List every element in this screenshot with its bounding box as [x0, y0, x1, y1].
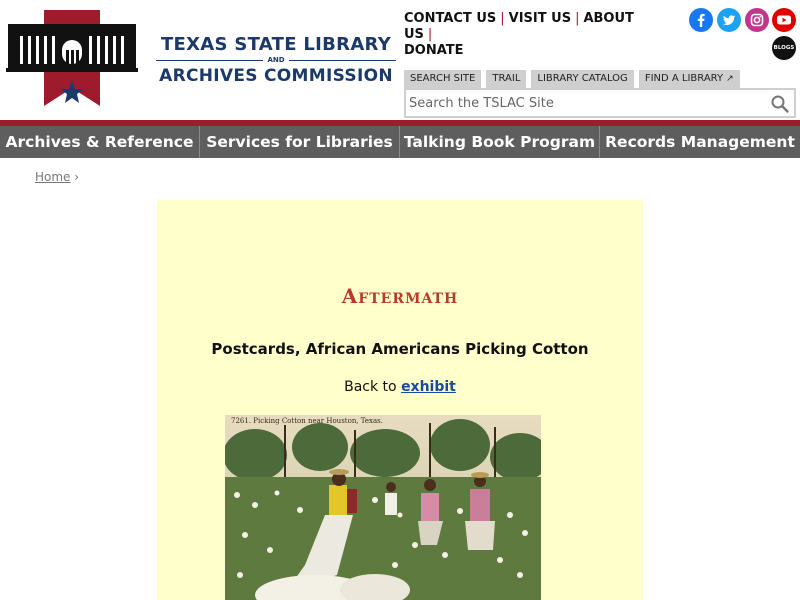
tab-search-site[interactable]: SEARCH SITE	[404, 70, 482, 88]
link-separator: |	[427, 27, 433, 42]
site-logo[interactable]: TEXAS STATE LIBRARY AND ARCHIVES COMMISS…	[6, 10, 396, 106]
nav-records-management[interactable]: Records Management	[600, 126, 800, 158]
page-title: Postcards, African Americans Picking Cot…	[211, 340, 589, 358]
search-input[interactable]	[409, 93, 769, 113]
exhibit-link[interactable]: exhibit	[401, 379, 456, 395]
twitter-icon[interactable]	[717, 8, 741, 32]
utility-links: CONTACT US | VISIT US | ABOUT US | DONATE	[404, 11, 664, 59]
logo-and: AND	[152, 56, 400, 65]
social-links: BLOGS	[689, 8, 799, 64]
contact-us-link[interactable]: CONTACT US	[404, 11, 496, 26]
search-icon[interactable]	[770, 94, 790, 114]
main-nav: Archives & Reference Services for Librar…	[0, 126, 800, 158]
cotton-field-illustration	[225, 415, 541, 600]
postcard-image: 7261. Picking Cotton near Houston, Texas…	[225, 415, 541, 600]
blogs-icon[interactable]: BLOGS	[772, 36, 796, 60]
logo-line-2: ARCHIVES COMMISSION	[159, 66, 393, 86]
exhibit-panel: Aftermath Postcards, African Americans P…	[157, 200, 643, 600]
library-building-logo-icon	[6, 10, 138, 106]
site-header: TEXAS STATE LIBRARY AND ARCHIVES COMMISS…	[0, 0, 800, 120]
logo-line-1: TEXAS STATE LIBRARY	[160, 34, 392, 55]
section-heading: Aftermath	[341, 284, 459, 308]
back-to-exhibit: Back to exhibit	[157, 379, 643, 395]
logo-and-text: AND	[267, 56, 285, 64]
donate-link[interactable]: DONATE	[404, 43, 464, 58]
facebook-icon[interactable]	[689, 8, 713, 32]
breadcrumb-home-link[interactable]: Home	[35, 170, 70, 184]
tab-find-a-library[interactable]: FIND A LIBRARY ↗	[638, 70, 740, 88]
tab-library-catalog[interactable]: LIBRARY CATALOG	[531, 70, 634, 88]
back-to-prefix: Back to	[344, 379, 397, 395]
breadcrumb-separator: ›	[74, 170, 80, 184]
link-separator: |	[575, 11, 580, 26]
external-link-icon: ↗	[726, 74, 734, 84]
breadcrumb: Home ›	[35, 170, 79, 184]
search-tabs: SEARCH SITE TRAIL LIBRARY CATALOG FIND A…	[404, 70, 745, 88]
instagram-icon[interactable]	[745, 8, 769, 32]
youtube-icon[interactable]	[772, 8, 796, 32]
postcard-caption: 7261. Picking Cotton near Houston, Texas…	[231, 417, 383, 425]
logo-wordmark: TEXAS STATE LIBRARY AND ARCHIVES COMMISS…	[152, 34, 400, 86]
nav-services-for-libraries[interactable]: Services for Libraries	[200, 126, 400, 158]
nav-archives-reference[interactable]: Archives & Reference	[0, 126, 200, 158]
nav-talking-book-program[interactable]: Talking Book Program	[400, 126, 600, 158]
link-separator: |	[500, 11, 505, 26]
visit-us-link[interactable]: VISIT US	[509, 11, 571, 26]
blogs-label: BLOGS	[773, 45, 795, 51]
tab-find-a-library-label: FIND A LIBRARY	[644, 73, 724, 84]
tab-trail[interactable]: TRAIL	[486, 70, 527, 88]
search-box	[404, 88, 796, 118]
